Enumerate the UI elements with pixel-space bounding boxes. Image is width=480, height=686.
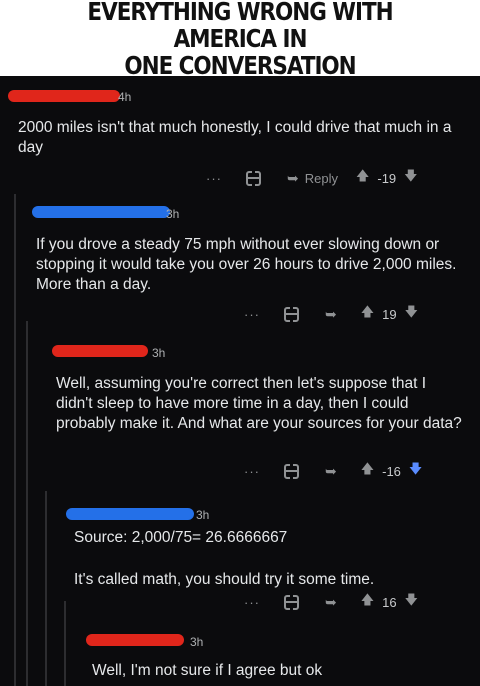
redacted-username <box>66 508 194 520</box>
comment-text: Well, I'm not sure if I agree but ok <box>92 662 323 679</box>
downvote-arrow-icon[interactable]: 🡇 <box>405 591 418 613</box>
gift-icon[interactable] <box>284 306 299 322</box>
comment-timestamp: 3h <box>196 508 210 522</box>
comment-text: It's called math, you should try it some… <box>74 571 375 588</box>
comment-text: 2000 miles isn't that much honestly, I c… <box>18 119 452 156</box>
reply-arrow-icon: ➥ <box>325 462 337 479</box>
thread-rail[interactable] <box>14 194 16 686</box>
comment-thread: 4h 2000 miles isn't that much honestly, … <box>0 76 480 686</box>
thread-rail[interactable] <box>45 491 47 686</box>
comment-body: Source: 2,000/75= 26.6666667 It's called… <box>74 528 474 599</box>
vote-score: 16 <box>382 594 397 610</box>
comment-body: Well, I'm not sure if I agree but ok <box>92 661 472 686</box>
comment-timestamp: 3h <box>166 207 180 221</box>
comment-text: If you drove a steady 75 mph without eve… <box>36 236 457 293</box>
reply-button[interactable]: ➥ <box>325 306 343 323</box>
redacted-username <box>86 634 184 646</box>
downvote-arrow-icon[interactable]: 🡇 <box>404 167 417 189</box>
upvote-arrow-icon[interactable]: 🡅 <box>356 167 369 189</box>
banner-title: EVERYTHING WRONG WITH AMERICA IN ONE CON… <box>87 0 393 80</box>
comment-actions: ··· ➥ 🡅 -16 🡇 <box>244 461 422 481</box>
gift-icon[interactable] <box>284 594 299 610</box>
reply-button[interactable]: ➥ <box>325 594 343 611</box>
comment-text: Well, assuming you're correct then let's… <box>56 375 462 432</box>
comment-body: If you drove a steady 75 mph without eve… <box>36 235 461 304</box>
reply-arrow-icon: ➥ <box>287 169 299 186</box>
reply-arrow-icon: ➥ <box>325 305 337 322</box>
comment-timestamp: 3h <box>190 635 204 649</box>
redacted-username <box>52 345 148 357</box>
thread-rail[interactable] <box>26 321 28 686</box>
downvote-arrow-icon[interactable]: 🡇 <box>409 460 422 482</box>
more-options-button[interactable]: ··· <box>206 171 222 186</box>
reply-button[interactable]: ➥ Reply <box>287 170 338 187</box>
upvote-arrow-icon[interactable]: 🡅 <box>361 303 374 325</box>
comment-actions: ··· ➥ 🡅 19 🡇 <box>244 304 418 324</box>
comment-actions: ··· ➥ 🡅 16 🡇 <box>244 592 418 612</box>
more-options-button[interactable]: ··· <box>244 307 260 322</box>
reply-arrow-icon: ➥ <box>325 593 337 610</box>
comment-timestamp: 4h <box>118 90 132 104</box>
vote-score: -16 <box>382 463 401 479</box>
redacted-username <box>8 90 120 102</box>
comment-text: Source: 2,000/75= 26.6666667 <box>74 529 288 546</box>
downvote-arrow-icon[interactable]: 🡇 <box>405 303 418 325</box>
vote-score: 19 <box>382 306 397 322</box>
comment-timestamp: 3h <box>152 346 166 360</box>
reply-label: Reply <box>304 170 338 186</box>
gift-icon[interactable] <box>246 170 261 186</box>
redacted-username <box>32 206 170 218</box>
vote-score: -19 <box>377 170 397 186</box>
comment-actions: ··· ➥ Reply 🡅 -19 🡇 <box>206 168 418 188</box>
more-options-button[interactable]: ··· <box>244 464 260 479</box>
gift-icon[interactable] <box>284 463 299 479</box>
thread-rail[interactable] <box>64 601 66 686</box>
comment-body: Well, assuming you're correct then let's… <box>56 374 466 443</box>
upvote-arrow-icon[interactable]: 🡅 <box>361 591 374 613</box>
upvote-arrow-icon[interactable]: 🡅 <box>361 460 374 482</box>
more-options-button[interactable]: ··· <box>244 595 260 610</box>
comment-body: 2000 miles isn't that much honestly, I c… <box>18 118 458 167</box>
reply-button[interactable]: ➥ <box>325 463 343 480</box>
meme-banner: EVERYTHING WRONG WITH AMERICA IN ONE CON… <box>0 0 480 80</box>
